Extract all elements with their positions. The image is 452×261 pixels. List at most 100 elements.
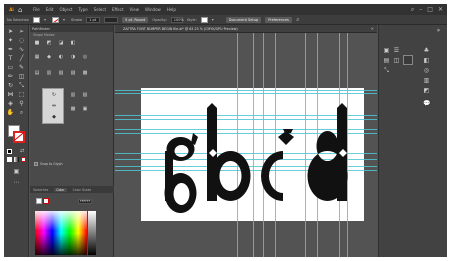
none-mode-icon[interactable] [21, 157, 26, 162]
shape-builder-tool-icon[interactable]: ◈ [6, 100, 15, 108]
stroke-swatch[interactable] [43, 198, 49, 204]
distribute-center-icon[interactable]: ▥ [70, 92, 76, 98]
minus-front-icon[interactable]: ◩ [46, 40, 52, 46]
chevron-down-icon[interactable]: ▾ [212, 17, 216, 23]
paintbrush-tool-icon[interactable]: ✎ [17, 64, 26, 72]
home-icon[interactable]: ⌂ [18, 6, 26, 14]
tab-swatches[interactable]: Swatches [33, 188, 48, 192]
menu-select[interactable]: Select [91, 7, 109, 12]
tab-pathfinder[interactable]: Pathfinder [32, 27, 50, 31]
color-spectrum[interactable] [35, 211, 87, 255]
align-right-icon[interactable]: ▧ [58, 70, 64, 76]
pathfinder-icon[interactable]: ◩ [423, 87, 430, 94]
menu-edit[interactable]: Edit [43, 7, 57, 12]
divide-icon[interactable]: ▦ [34, 54, 40, 60]
minimize-icon[interactable]: – [419, 5, 422, 14]
crop-icon[interactable]: ◑ [70, 54, 76, 60]
menu-help[interactable]: Help [164, 7, 179, 12]
chevron-down-icon[interactable]: ▾ [44, 17, 48, 23]
maximize-icon[interactable]: □ [427, 5, 433, 14]
variable-width-field[interactable] [104, 16, 119, 23]
menu-file[interactable]: File [30, 7, 43, 12]
close-icon[interactable]: ✕ [371, 25, 374, 33]
opacity-field[interactable]: 100% [170, 16, 184, 23]
reflect-tool-icon[interactable]: ⇹ [51, 103, 57, 109]
lasso-tool-icon[interactable]: ◌ [17, 37, 26, 45]
menu-view[interactable]: View [127, 7, 143, 12]
appearance-icon[interactable]: ◎ [423, 67, 430, 74]
spacing-horizontal-icon[interactable]: ▩ [70, 106, 76, 112]
selection-tool-icon[interactable]: ➤ [6, 28, 15, 36]
fill-swatch[interactable] [36, 198, 42, 204]
pen-tool-icon[interactable]: ✒ [6, 46, 15, 54]
exclude-icon[interactable]: ◧ [70, 40, 76, 46]
eyedropper-tool-icon[interactable]: ⚲ [17, 100, 26, 108]
trim-icon[interactable]: ◆ [46, 54, 52, 60]
swap-colors-icon[interactable]: ⇄ [20, 149, 25, 154]
comments-icon[interactable]: 💬 [423, 100, 430, 107]
menu-effect[interactable]: Effect [109, 7, 127, 12]
edit-toolbar-icon[interactable]: ⋯ [12, 179, 21, 187]
checkbox[interactable] [34, 162, 38, 166]
menu-object[interactable]: Object [56, 7, 75, 12]
stroke-color-box[interactable] [13, 131, 25, 143]
artboards-icon[interactable]: ◫ [393, 57, 400, 64]
document-tab[interactable]: ZAFTRA FONT BUMPER BEGIN file.ai* @ 63.2… [115, 25, 377, 33]
zoom-tool-icon[interactable]: ⌕ [17, 109, 26, 117]
arrange-icon[interactable]: ⇵ [296, 17, 302, 23]
graphic-style-swatch[interactable] [200, 16, 208, 23]
stroke-weight-field[interactable]: 1 pt [86, 16, 101, 23]
align-center-icon[interactable]: ▥ [46, 70, 52, 76]
magic-wand-tool-icon[interactable]: ✦ [6, 37, 15, 45]
width-tool-icon[interactable]: ⋈ [6, 91, 15, 99]
brush-style-button[interactable]: 5 pt. Round [122, 16, 149, 23]
distribute-bottom-icon[interactable]: ▧ [82, 92, 88, 98]
align-top-icon[interactable]: ▨ [70, 70, 76, 76]
scale-tool-icon[interactable]: ◆ [51, 114, 57, 120]
scale-tool-icon[interactable]: ⤡ [17, 82, 26, 90]
document-setup-button[interactable]: Document Setup [225, 16, 262, 23]
align-middle-icon[interactable]: ▩ [82, 70, 88, 76]
collapse-panel-icon[interactable]: » [435, 27, 442, 34]
layers-icon[interactable]: ☰ [393, 47, 400, 54]
rotate-tool-icon[interactable]: ↻ [51, 92, 57, 98]
menu-type[interactable]: Type [75, 7, 90, 12]
color-mode-icon[interactable] [7, 157, 12, 162]
abcd-artwork[interactable] [115, 33, 377, 257]
rotate-tool-icon[interactable]: ↻ [6, 82, 15, 90]
free-transform-tool-icon[interactable]: ⬚ [17, 91, 26, 99]
fill-swatch[interactable] [33, 16, 41, 23]
canvas-area[interactable] [115, 33, 377, 257]
align-to-icon[interactable]: ▣ [82, 106, 88, 112]
merge-icon[interactable]: ◐ [58, 54, 64, 60]
align-left-icon[interactable]: ▤ [34, 70, 40, 76]
default-colors-icon[interactable] [7, 149, 12, 154]
type-tool-icon[interactable]: T [6, 55, 15, 63]
chevron-down-icon[interactable]: ▾ [63, 17, 67, 23]
brushes-panel-icon[interactable] [403, 55, 413, 65]
grayscale-ramp[interactable] [88, 211, 96, 255]
graphic-styles-icon[interactable]: ◧ [423, 57, 430, 64]
menu-window[interactable]: Window [142, 7, 164, 12]
properties-icon[interactable]: ▣ [383, 47, 390, 54]
tab-color[interactable]: Color [54, 187, 67, 192]
close-icon[interactable]: ✕ [438, 5, 443, 14]
hex-field[interactable]: FFFFFF [78, 198, 92, 204]
transform-icon[interactable]: ⤡ [383, 67, 390, 74]
align-icon[interactable]: ▥ [423, 77, 430, 84]
snap-to-glyph-option[interactable]: Snap to Glyph [34, 162, 63, 166]
eraser-tool-icon[interactable]: ◫ [17, 73, 26, 81]
symbols-icon[interactable]: ♣ [423, 47, 430, 54]
rectangle-tool-icon[interactable]: ▭ [6, 64, 15, 72]
screen-mode-icon[interactable]: ▣ [12, 168, 21, 176]
intersect-icon[interactable]: ◪ [58, 40, 64, 46]
direct-selection-tool-icon[interactable]: ➢ [17, 28, 26, 36]
curvature-tool-icon[interactable]: ∿ [17, 46, 26, 54]
search-icon[interactable]: ⌕ [411, 5, 414, 14]
tab-color-guide[interactable]: Color Guide [73, 188, 92, 192]
pencil-tool-icon[interactable]: ✏ [6, 73, 15, 81]
preferences-button[interactable]: Preferences [265, 16, 292, 23]
stroke-swatch[interactable] [52, 16, 60, 23]
gradient-mode-icon[interactable] [14, 157, 19, 162]
libraries-icon[interactable]: ▤ [383, 57, 390, 64]
